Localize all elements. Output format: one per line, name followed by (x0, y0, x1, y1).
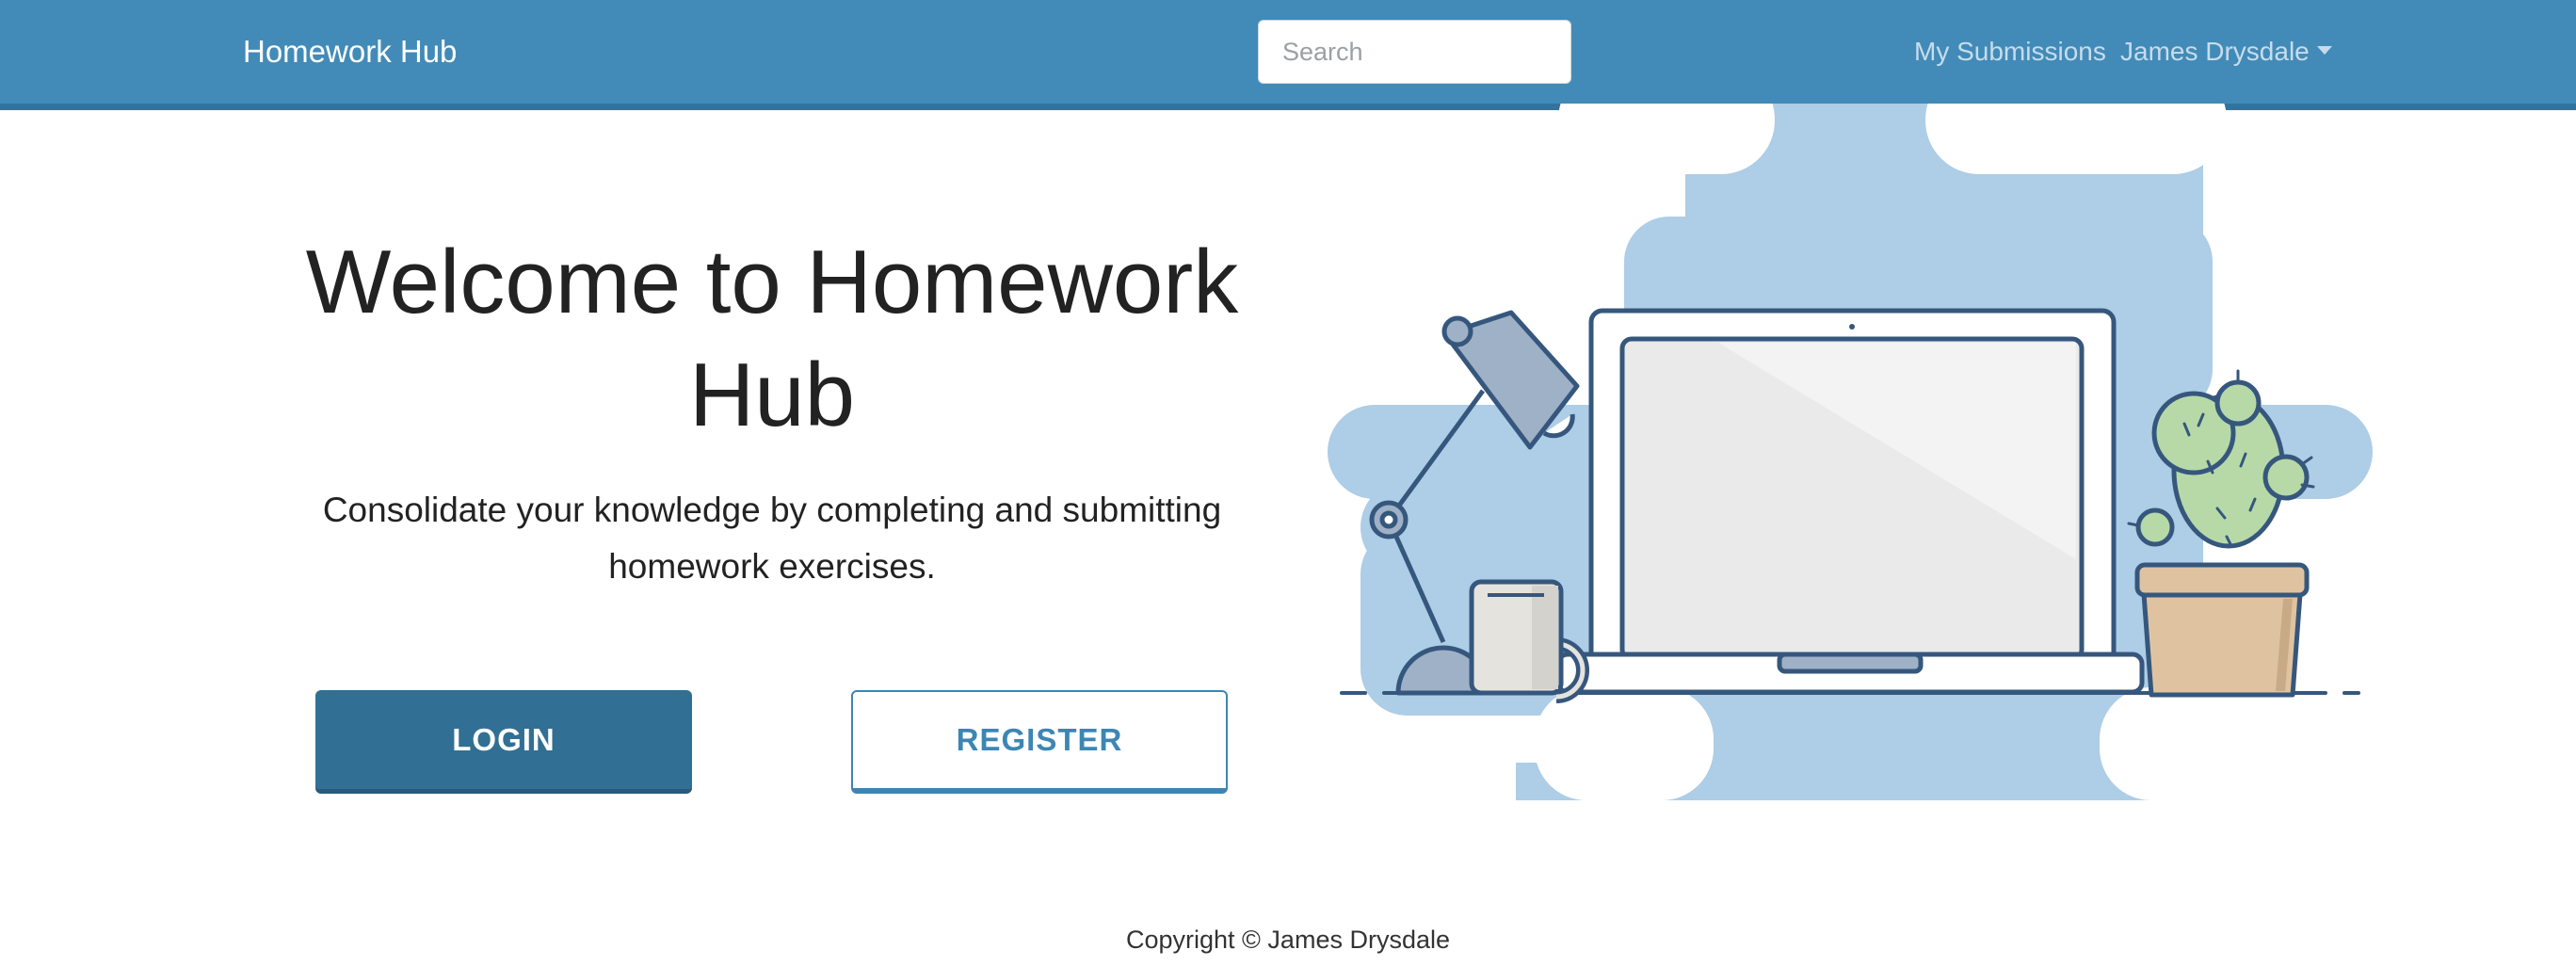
search-input[interactable] (1258, 20, 1571, 84)
navbar: Homework Hub My Submissions James Drysda… (0, 0, 2576, 110)
page-title: Welcome to Homework Hub (305, 232, 1239, 445)
chevron-down-icon (2316, 46, 2332, 55)
login-button[interactable]: LOGIN (315, 690, 692, 794)
brand-link[interactable]: Homework Hub (243, 32, 457, 72)
nav-my-submissions[interactable]: My Submissions (1914, 35, 2106, 69)
register-button[interactable]: REGISTER (851, 690, 1228, 794)
hero-subtitle: Consolidate your knowledge by completing… (322, 491, 1222, 586)
footer-copyright: Copyright © James Drysdale (1125, 926, 1450, 954)
user-menu-dropdown[interactable]: James Drysdale (2120, 35, 2332, 69)
desk-laptop-lamp-mug-cactus-illustration (1328, 104, 2373, 800)
user-name-label: James Drysdale (2120, 37, 2310, 66)
laptop (1555, 308, 2145, 695)
